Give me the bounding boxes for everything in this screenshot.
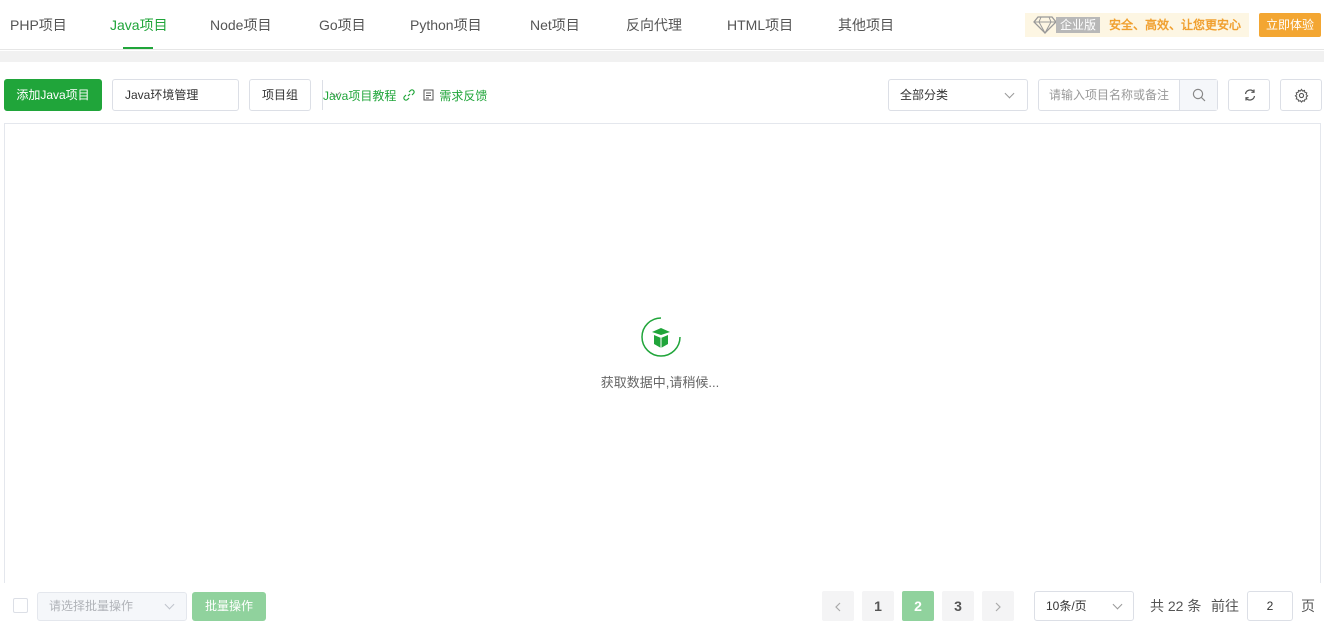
tab-other[interactable]: 其他项目 [838, 0, 894, 50]
top-nav: PHP项目 Java项目 Node项目 Go项目 Python项目 Net项目 … [0, 0, 1324, 50]
next-page-button[interactable] [982, 591, 1014, 621]
refresh-icon [1243, 88, 1257, 107]
page-2[interactable]: 2 [902, 591, 934, 621]
batch-select-placeholder: 请选择批量操作 [49, 599, 134, 613]
category-select[interactable]: 全部分类 [888, 79, 1028, 111]
tab-go[interactable]: Go项目 [319, 0, 366, 50]
page-unit-label: 页 [1301, 598, 1315, 614]
diamond-icon [1033, 16, 1057, 35]
page-1[interactable]: 1 [862, 591, 894, 621]
enterprise-badge: 企业版 安全、高效、让您更安心 [1025, 13, 1249, 37]
tab-net[interactable]: Net项目 [530, 0, 580, 50]
chevron-down-icon [1004, 88, 1015, 99]
feedback-link-label: 需求反馈 [439, 89, 488, 103]
tab-java[interactable]: Java项目 [110, 0, 168, 50]
search-icon [1192, 88, 1206, 107]
prev-page-button[interactable] [822, 591, 854, 621]
total-count: 共 22 条 [1150, 598, 1202, 614]
divider-band [0, 51, 1324, 62]
project-group-button[interactable]: 项目组 [249, 79, 311, 111]
category-select-value: 全部分类 [900, 88, 949, 102]
edition-label: 企业版 [1056, 17, 1101, 33]
goto-page-input[interactable]: 2 [1247, 591, 1293, 621]
loading-text: 获取数据中,请稍候... [600, 375, 720, 390]
tutorial-link-label: Java项目教程 [323, 89, 397, 103]
search-button[interactable] [1179, 80, 1217, 110]
batch-operation-select[interactable]: 请选择批量操作 [37, 592, 187, 621]
search-input[interactable] [1039, 80, 1179, 110]
batch-operation-button[interactable]: 批量操作 [192, 592, 266, 621]
java-env-label: Java环境管理 [125, 88, 199, 102]
tab-html[interactable]: HTML项目 [727, 0, 793, 50]
goto-label: 前往 [1211, 598, 1239, 614]
tab-python[interactable]: Python项目 [410, 0, 482, 50]
tab-php[interactable]: PHP项目 [10, 0, 67, 50]
chevron-down-icon [164, 599, 175, 610]
chevron-down-icon [1112, 599, 1123, 610]
page-size-value: 10条/页 [1046, 599, 1087, 613]
java-env-button[interactable]: Java环境管理 [112, 79, 341, 111]
loading-spinner-icon [638, 314, 684, 360]
chevron-left-icon [834, 598, 842, 614]
gear-icon [1294, 88, 1309, 108]
add-java-project-button[interactable]: 添加Java项目 [4, 79, 102, 111]
search-box [1038, 79, 1218, 111]
tab-node[interactable]: Node项目 [210, 0, 271, 50]
tab-reverse-proxy[interactable]: 反向代理 [626, 0, 682, 50]
page-3[interactable]: 3 [942, 591, 974, 621]
page-size-select[interactable]: 10条/页 [1034, 591, 1134, 621]
select-all-checkbox[interactable] [13, 598, 28, 613]
settings-button[interactable] [1280, 79, 1322, 111]
feedback-link[interactable]: 需求反馈 [423, 87, 487, 105]
document-icon [423, 88, 434, 106]
active-tab-indicator [123, 47, 153, 49]
slogan-text: 安全、高效、让您更安心 [1109, 18, 1242, 32]
java-tutorial-link[interactable]: Java项目教程 [323, 87, 415, 105]
link-icon [403, 88, 415, 106]
refresh-button[interactable] [1228, 79, 1270, 111]
try-now-button[interactable]: 立即体验 [1259, 13, 1321, 37]
chevron-right-icon [994, 598, 1002, 614]
